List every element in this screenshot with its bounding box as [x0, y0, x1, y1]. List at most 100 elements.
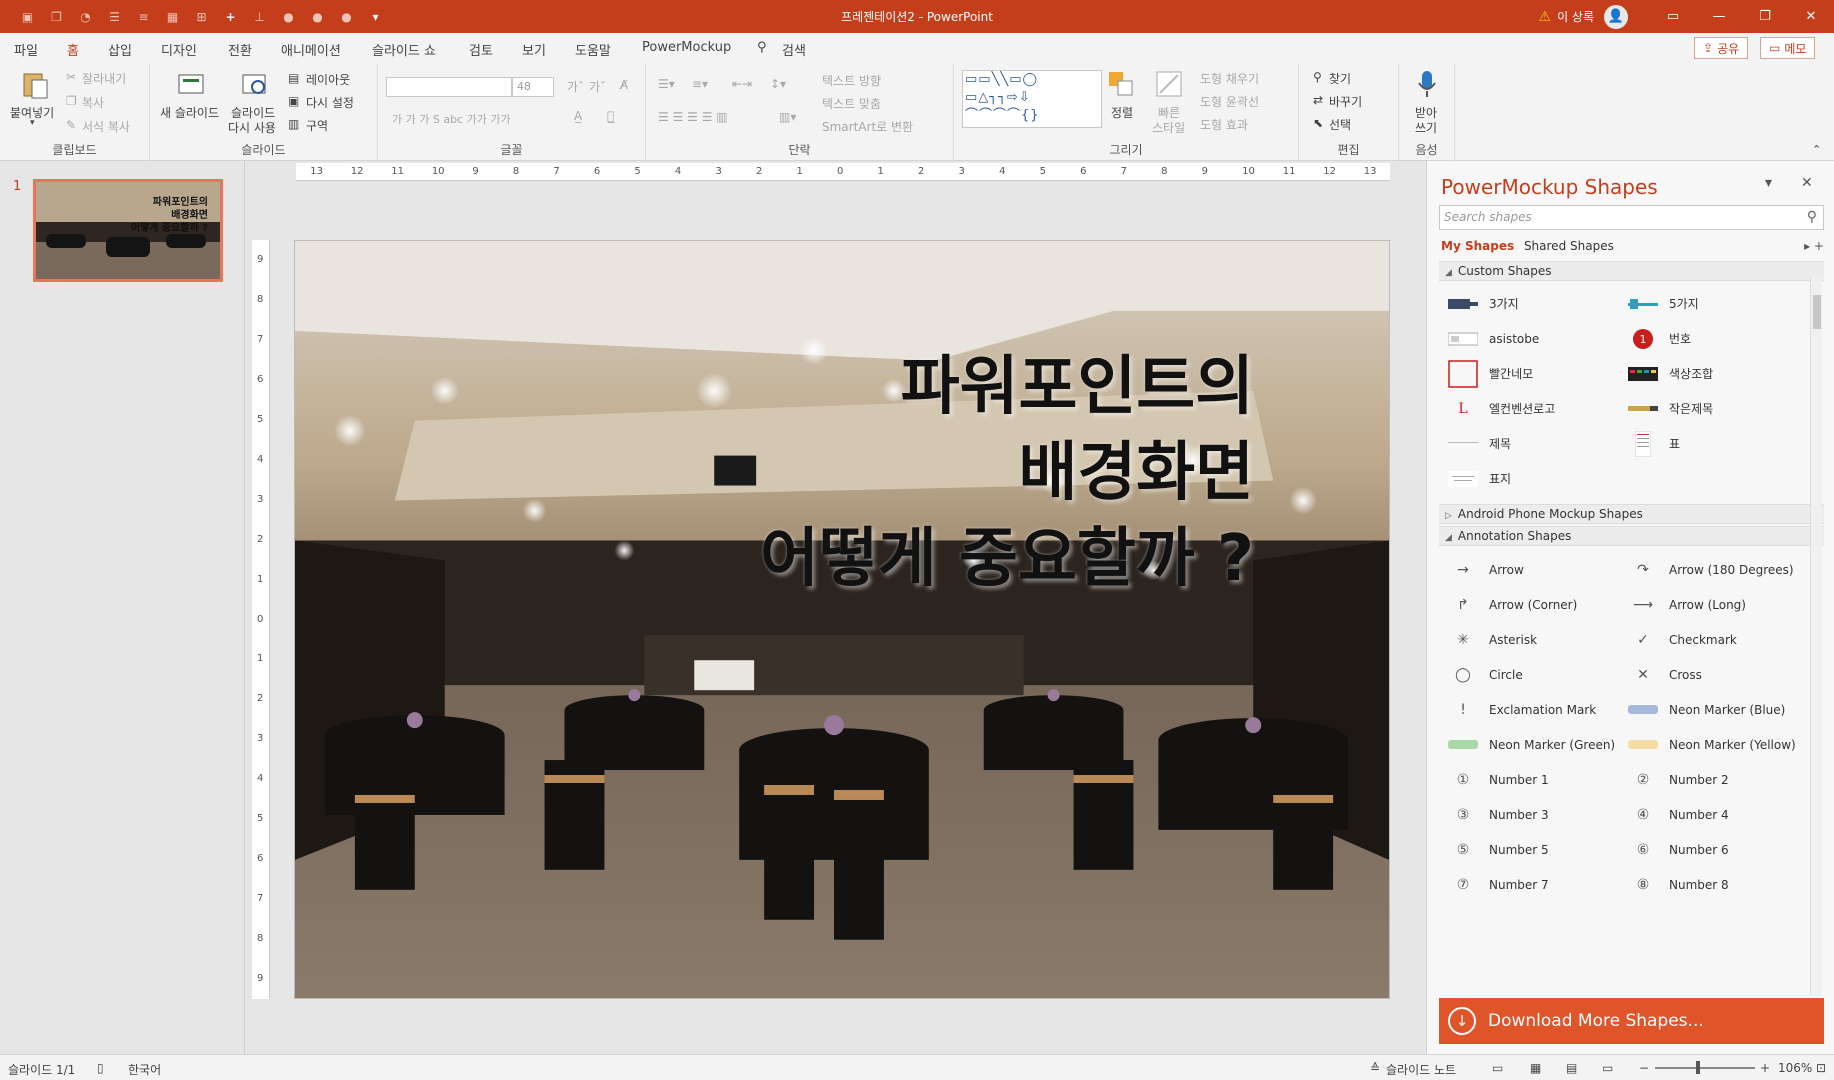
section-annotation-shapes[interactable]: ◢ Annotation Shapes [1439, 526, 1824, 546]
shape-item[interactable]: ✕ Cross [1627, 657, 1807, 692]
select-button[interactable]: 선택 [1329, 116, 1351, 133]
list-icon[interactable]: ☰ [105, 10, 124, 24]
panel-options-icon[interactable]: ▾ [1765, 175, 1772, 191]
table-icon[interactable]: ▦ [163, 10, 182, 24]
format-painter-button[interactable]: 서식 복사 [82, 118, 130, 135]
panel-tab-controls[interactable]: ▸ + [1804, 239, 1824, 253]
fit-slide-icon[interactable]: ⊡ [1816, 1061, 1826, 1075]
section-android-shapes[interactable]: ▷ Android Phone Mockup Shapes [1439, 504, 1824, 524]
select-icon[interactable]: ⬉ [1313, 116, 1323, 130]
tab-insert[interactable]: 삽입 [108, 40, 132, 59]
reuse-slides-label2[interactable]: 다시 사용 [228, 119, 276, 136]
shape-item[interactable]: ✓ Checkmark [1627, 622, 1807, 657]
memo-button[interactable]: ▭ 메모 [1760, 37, 1816, 59]
tell-me-search[interactable]: 검색 [782, 40, 806, 59]
minimize-icon[interactable]: — [1696, 0, 1742, 33]
slide-thumbnail[interactable]: 파워포인트의 배경화면 어떻게 중요할까 ? [33, 179, 223, 282]
avatar[interactable]: 👤 [1604, 4, 1628, 29]
shape-item[interactable]: ② Number 2 [1627, 762, 1807, 797]
normal-view-icon[interactable]: ▭ [1492, 1061, 1503, 1075]
shape-item[interactable]: 3가지 [1447, 286, 1627, 321]
shape-item[interactable]: ⟶ Arrow (Long) [1627, 587, 1807, 622]
accessibility-icon[interactable]: ▯ [97, 1061, 104, 1075]
tab-review[interactable]: 검토 [469, 40, 493, 59]
search-icon[interactable]: ⚲ [757, 40, 767, 55]
highlight-icon[interactable]: 가̲ [607, 109, 614, 123]
shape-item[interactable]: ⑦ Number 7 [1447, 867, 1627, 902]
shape-red2-icon[interactable]: ● [308, 10, 327, 24]
zoom-slider[interactable] [1655, 1067, 1755, 1069]
maximize-icon[interactable]: ❐ [1742, 0, 1788, 33]
clear-format-icon[interactable]: A̸ [620, 78, 628, 92]
font-style-buttons[interactable]: 가 가 가 S abc 가가 가가 [392, 111, 511, 127]
microphone-icon[interactable] [1412, 69, 1442, 99]
vertical-ruler[interactable]: 9 8 7 6 5 4 3 2 1 0 1 2 3 4 5 6 7 8 9 [252, 240, 270, 999]
reading-view-icon[interactable]: ▤ [1566, 1061, 1577, 1075]
tab-animations[interactable]: 애니메이션 [281, 40, 341, 59]
reuse-slides-icon[interactable] [240, 70, 270, 100]
slide-canvas[interactable]: 파워포인트의 배경화면 어떻게 중요할까 ? [294, 240, 1390, 999]
shape-item[interactable]: 5가지 [1627, 286, 1807, 321]
notes-icon[interactable]: ≙ [1370, 1061, 1380, 1075]
shape-item[interactable]: ⑧ Number 8 [1627, 867, 1807, 902]
shape-item[interactable]: ↱ Arrow (Corner) [1447, 587, 1627, 622]
scrollbar-thumb[interactable] [1813, 295, 1821, 329]
tab-powermockup[interactable]: PowerMockup [642, 40, 731, 55]
tab-transitions[interactable]: 전환 [228, 40, 252, 59]
shape-item[interactable]: Neon Marker (Blue) [1627, 692, 1807, 727]
new-slide-button[interactable]: 새 슬라이드 [160, 104, 219, 121]
tab-file[interactable]: 파일 [14, 40, 38, 59]
columns-icon[interactable]: ▥▾ [779, 110, 796, 124]
shape-item[interactable]: 색상조합 [1627, 356, 1807, 391]
align-text-button[interactable]: 텍스트 맞춤 [822, 95, 881, 112]
shape-fill-button[interactable]: 도형 채우기 [1200, 70, 1259, 87]
zoom-level[interactable]: 106% [1778, 1061, 1812, 1075]
list-number-icon[interactable]: ≡ [134, 10, 153, 24]
section-icon[interactable]: ▥ [288, 117, 299, 131]
shape-item[interactable]: 제목 [1447, 426, 1627, 461]
zoom-in-icon[interactable]: + [1760, 1061, 1770, 1075]
user-name[interactable]: 이 상록 [1557, 8, 1594, 25]
panel-close-icon[interactable]: ✕ [1801, 175, 1813, 191]
shape-red3-icon[interactable]: ● [337, 10, 356, 24]
shapes-icon[interactable]: ▣ [18, 10, 37, 24]
shape-red-icon[interactable]: ● [279, 10, 298, 24]
search-icon[interactable]: ⚲ [1807, 209, 1817, 225]
new-slide-icon[interactable] [176, 70, 206, 100]
shape-item[interactable]: ↷ Arrow (180 Degrees) [1627, 552, 1807, 587]
tab-shared-shapes[interactable]: Shared Shapes [1524, 239, 1614, 253]
tab-view[interactable]: 보기 [522, 40, 546, 59]
shape-item[interactable]: Neon Marker (Green) [1447, 727, 1627, 762]
reset-button[interactable]: 다시 설정 [306, 94, 354, 111]
find-icon[interactable]: ⚲ [1313, 70, 1322, 84]
shapes-gallery[interactable]: ▭▭╲╲▭◯ ▭△┐┐⇨⇩ ⌒⌒⌒⌒{} [962, 70, 1102, 128]
shape-item[interactable]: ! Exclamation Mark [1447, 692, 1627, 727]
cut-button[interactable]: 잘라내기 [82, 70, 126, 87]
shape-item[interactable]: ⑥ Number 6 [1627, 832, 1807, 867]
collapse-ribbon-icon[interactable]: ⌃ [1812, 143, 1821, 156]
shapes-search-input[interactable]: Search shapes ⚲ [1439, 205, 1824, 230]
shape-item[interactable]: 표 [1627, 426, 1807, 461]
close-icon[interactable]: ✕ [1788, 0, 1834, 33]
font-color-icon[interactable]: A̲ [574, 109, 582, 123]
increase-font-icon[interactable]: 가ˆ [567, 78, 584, 95]
customize-qat-icon[interactable]: ▾ [366, 10, 385, 24]
slideshow-view-icon[interactable]: ▭ [1602, 1061, 1613, 1075]
shape-item[interactable]: ④ Number 4 [1627, 797, 1807, 832]
shape-item[interactable]: ③ Number 3 [1447, 797, 1627, 832]
slide-title-text[interactable]: 파워포인트의 배경화면 어떻게 중요할까 ? [760, 344, 1254, 602]
numbering-icon[interactable]: ≡▾ [692, 77, 708, 91]
reset-icon[interactable]: ▣ [288, 94, 299, 108]
arrange-button[interactable]: 정렬 [1111, 104, 1133, 121]
shape-item[interactable]: ✳ Asterisk [1447, 622, 1627, 657]
shape-item[interactable]: 작은제목 [1627, 391, 1807, 426]
download-more-shapes-button[interactable]: ↓ Download More Shapes... [1439, 998, 1824, 1044]
tab-design[interactable]: 디자인 [161, 40, 197, 59]
decrease-font-icon[interactable]: 가ˇ [589, 78, 606, 95]
paste-icon[interactable] [20, 70, 50, 100]
quick-styles-label2[interactable]: 스타일 [1152, 119, 1185, 136]
shape-item[interactable]: 1 번호 [1627, 321, 1807, 356]
replace-button[interactable]: 바꾸기 [1329, 93, 1362, 110]
shape-item[interactable]: Neon Marker (Yellow) [1627, 727, 1807, 762]
shape-item[interactable]: → Arrow [1447, 552, 1627, 587]
